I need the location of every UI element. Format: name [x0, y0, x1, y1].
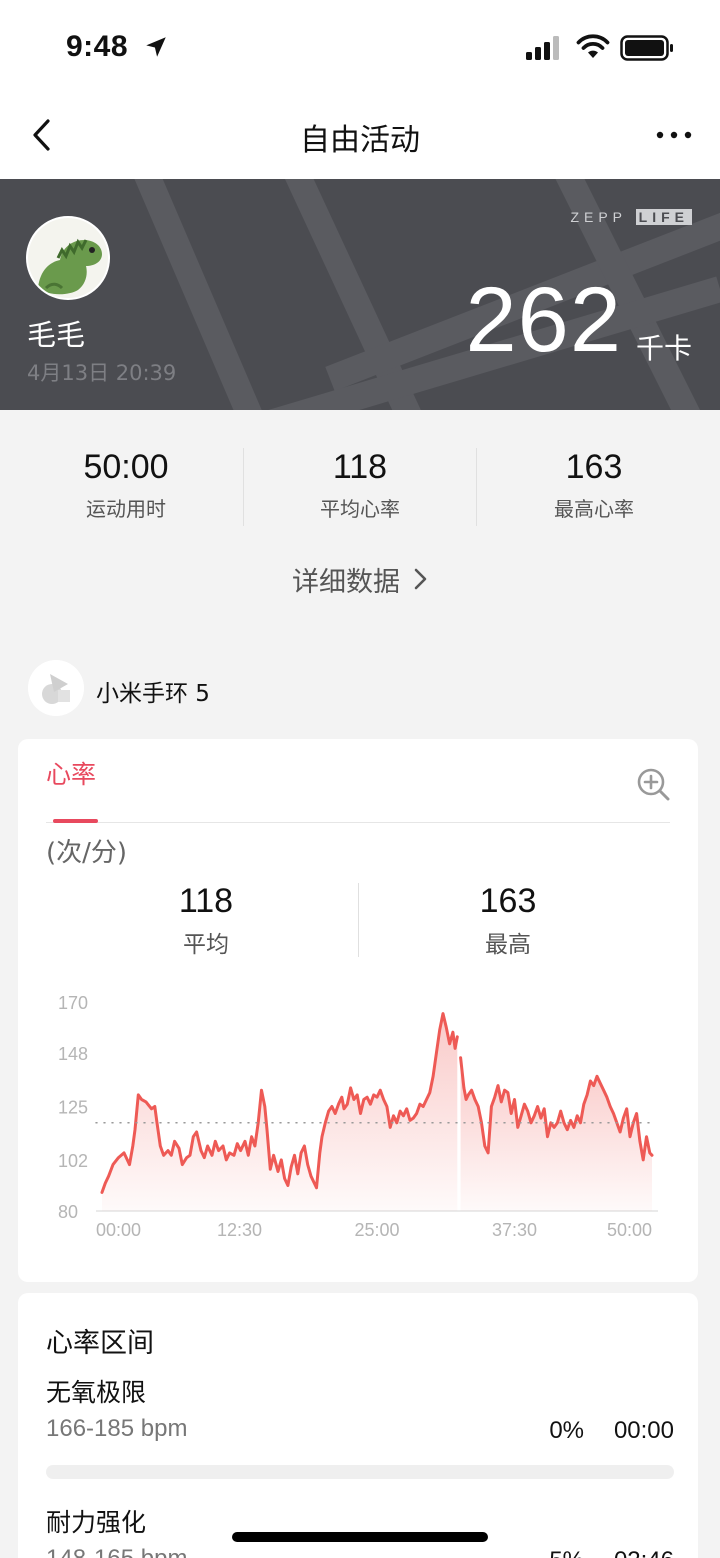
device-band-icon: [28, 660, 84, 716]
zone-item: 耐力强化 148-165 bpm 5% 02:46: [46, 1503, 674, 1558]
x-tick-label: 00:00: [96, 1220, 141, 1240]
stat-value: 118: [332, 448, 388, 486]
zones-title: 心率区间: [46, 1328, 154, 1359]
avatar[interactable]: [26, 216, 110, 300]
hr-average-value: 118: [178, 882, 234, 920]
tab-divider: [46, 822, 670, 823]
calories-value: 262: [465, 269, 622, 371]
chevron-right-icon: [414, 568, 427, 590]
x-tick-label: 37:30: [492, 1220, 537, 1240]
tab-heart-rate[interactable]: 心率: [46, 755, 96, 791]
hr-average: 118 平均: [56, 882, 356, 959]
status-time: 9:48: [66, 30, 129, 63]
signal-icon: [526, 36, 559, 60]
home-indicator[interactable]: [232, 1532, 488, 1542]
stat-label: 运动用时: [86, 497, 166, 521]
y-tick-label: 102: [58, 1151, 88, 1171]
zone-percent: 5%: [549, 1547, 584, 1558]
location-arrow-icon: [146, 37, 166, 57]
activity-hero: ZEPP LIFE 毛毛 4月13日 20:39 262 千卡: [0, 179, 720, 410]
x-tick-label: 25:00: [354, 1220, 399, 1240]
status-bar: 9:48: [0, 0, 720, 95]
heart-rate-card: 心率 (次/分) 118 平均 163 最高 170 148 125 102 80 00:…: [18, 739, 698, 1282]
zoom-in-icon[interactable]: [636, 767, 670, 801]
hr-max-label: 最高: [485, 932, 531, 958]
stat-value: 50:00: [83, 448, 169, 486]
nav-bar: 自由活动: [0, 95, 720, 179]
zone-name: 无氧极限: [46, 1378, 147, 1407]
summary-stats: 50:00 运动用时 118 平均心率 163 最高心率: [0, 410, 720, 540]
brand-logo: ZEPP LIFE: [570, 209, 692, 225]
heart-rate-zones-card: 心率区间 无氧极限 166-185 bpm 0% 00:00 耐力强化 148-…: [18, 1293, 698, 1558]
hr-max-value: 163: [479, 882, 537, 920]
heart-rate-unit: (次/分): [46, 838, 128, 868]
activity-date: 4月13日 20:39: [27, 361, 177, 385]
stat-label: 最高心率: [554, 497, 634, 521]
x-tick-label: 50:00: [607, 1220, 652, 1240]
stat-max-heart-rate: 163 最高心率: [474, 448, 714, 522]
device-name: 小米手环 5: [96, 681, 210, 707]
zone-time: 02:46: [614, 1547, 674, 1558]
detail-data-label: 详细数据: [292, 567, 400, 598]
dinosaur-avatar-image: [28, 218, 108, 298]
detail-data-link[interactable]: 详细数据: [0, 560, 720, 599]
stat-value: 163: [565, 448, 623, 486]
zone-item: 无氧极限 166-185 bpm 0% 00:00: [46, 1373, 674, 1479]
y-tick-label: 170: [58, 993, 88, 1013]
stat-label: 平均心率: [320, 497, 400, 521]
wifi-icon: [576, 34, 610, 58]
stat-duration: 50:00 运动用时: [6, 448, 246, 522]
zone-percent: 0%: [549, 1417, 584, 1444]
zone-time: 00:00: [613, 1417, 674, 1444]
calories-unit: 千卡: [635, 332, 692, 365]
heart-rate-chart[interactable]: 170 148 125 102 80 00:00 12:30 25:00 37:30 50:00: [18, 979, 698, 1279]
y-tick-label: 148: [58, 1044, 88, 1064]
page-title: 自由活动: [300, 123, 420, 158]
tab-active-indicator: [53, 819, 98, 823]
x-tick-label: 12:30: [217, 1220, 262, 1240]
y-tick-label: 125: [58, 1098, 88, 1118]
hr-average-label: 平均: [183, 932, 229, 958]
user-name: 毛毛: [27, 318, 86, 352]
more-options-icon[interactable]: [654, 125, 694, 145]
y-tick-label: 80: [58, 1202, 78, 1222]
zone-progress-bar: [46, 1465, 674, 1479]
hr-max: 163 最高: [358, 882, 658, 959]
stat-avg-heart-rate: 118 平均心率: [240, 448, 480, 522]
battery-icon: [620, 35, 673, 61]
